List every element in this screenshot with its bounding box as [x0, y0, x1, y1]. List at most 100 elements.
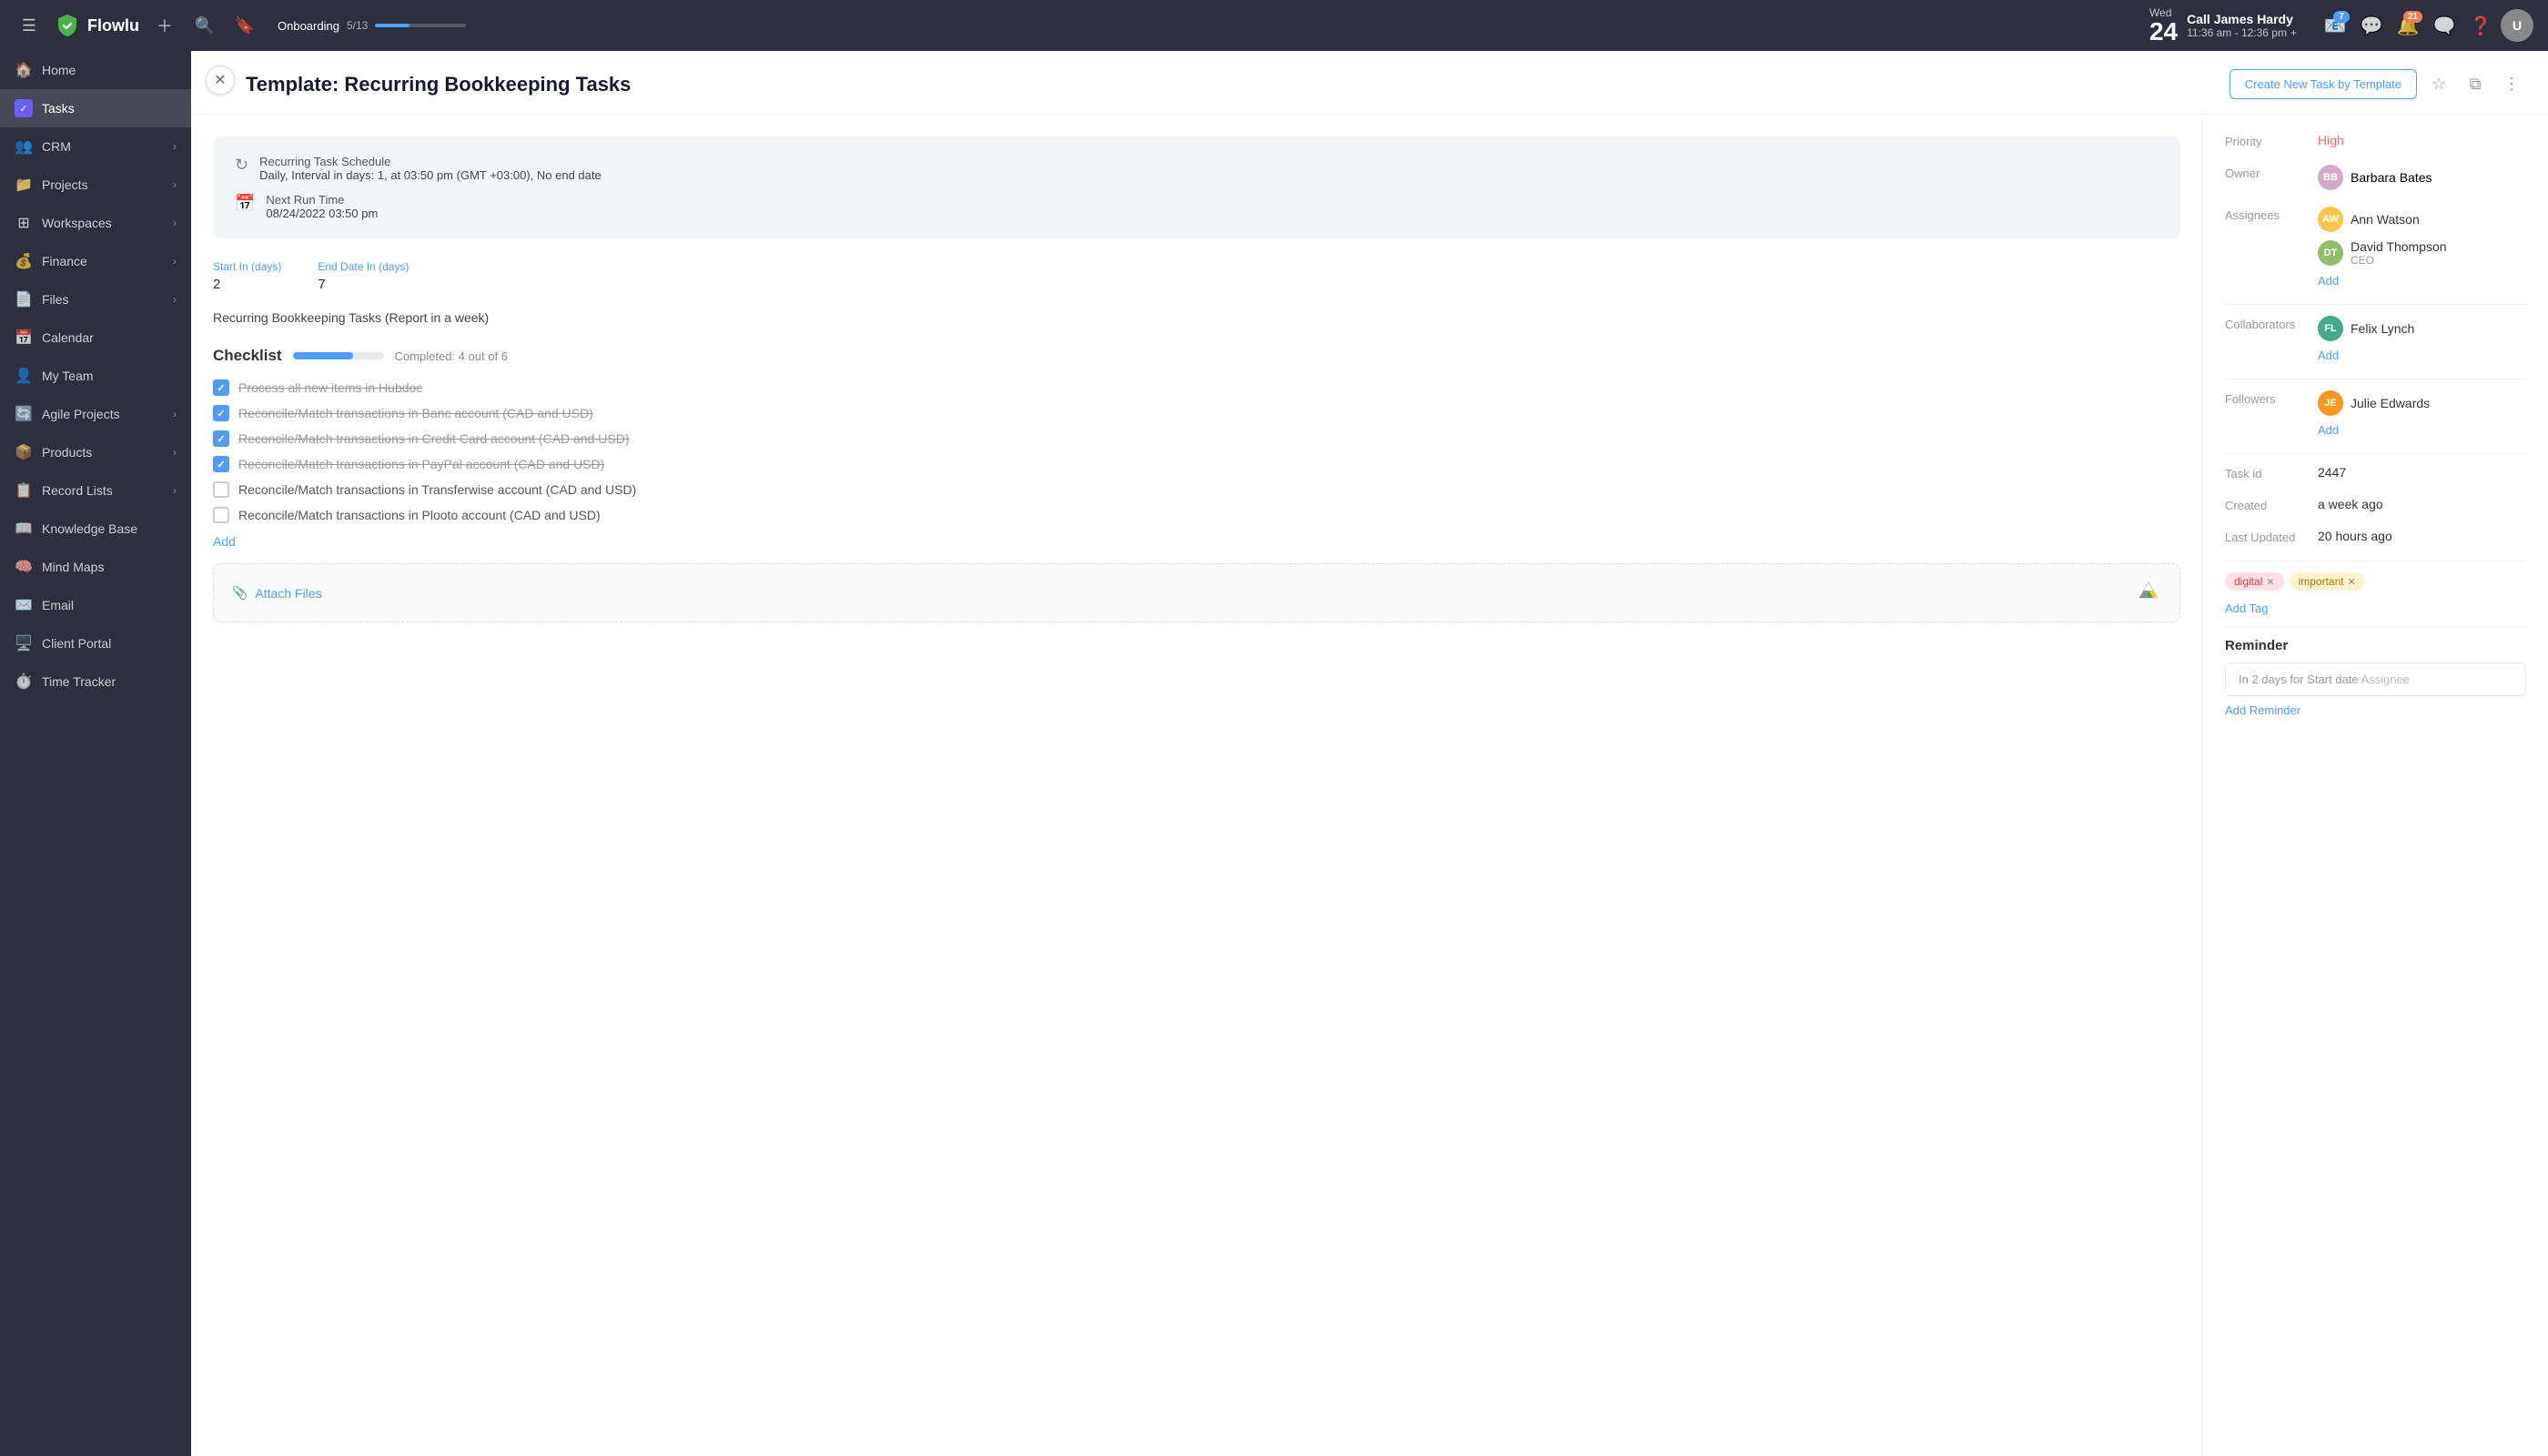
checklist-items: Process all new items in Hubdoc Reconcil…	[213, 379, 2180, 523]
hamburger-icon[interactable]: ☰	[15, 11, 44, 40]
follower-julie: JE Julie Edwards	[2318, 390, 2430, 416]
user-avatar[interactable]: U	[2501, 9, 2533, 42]
template-panel: Template: Recurring Bookkeeping Tasks Cr…	[191, 51, 2548, 1456]
checklist-text-5: Reconcile/Match transactions in Transfer…	[238, 482, 636, 497]
more-options-icon[interactable]: ⋮	[2497, 70, 2526, 99]
tags-list: digital ✕ important ✕	[2225, 572, 2526, 596]
google-drive-icon[interactable]	[2136, 579, 2161, 607]
template-body: ↻ Recurring Task Schedule Daily, Interva…	[191, 115, 2548, 1456]
tags-section: digital ✕ important ✕ Add Tag	[2225, 572, 2526, 615]
schedule-box: ↻ Recurring Task Schedule Daily, Interva…	[213, 136, 2180, 238]
external-link-icon[interactable]: ⧉	[2461, 70, 2490, 99]
agile-icon: 🔄	[15, 405, 33, 423]
assignees-row: Assignees AW Ann Watson DT David Thompso…	[2225, 207, 2526, 288]
checkbox-5[interactable]	[213, 481, 229, 498]
add-icon[interactable]: ＋	[150, 11, 179, 40]
checkbox-4[interactable]	[213, 456, 229, 472]
add-tag-button[interactable]: Add Tag	[2225, 602, 2526, 615]
topnav: ☰ Flowlu ＋ 🔍 🔖 Onboarding 5/13 Wed 24 Ca…	[0, 0, 2548, 51]
owner-value: BB Barbara Bates	[2318, 165, 2432, 190]
ann-avatar: AW	[2318, 207, 2343, 232]
sidebar-item-finance[interactable]: 💰 Finance ›	[0, 242, 191, 280]
assignee-david: DT David Thompson CEO	[2318, 239, 2447, 267]
tag-digital: digital ✕	[2225, 572, 2284, 591]
checkbox-3[interactable]	[213, 430, 229, 447]
checkbox-6[interactable]	[213, 507, 229, 523]
sidebar-item-workspaces[interactable]: ⊞ Workspaces ›	[0, 204, 191, 242]
sidebar-item-timetracker[interactable]: ⏱️ Time Tracker	[0, 662, 191, 701]
priority-value: High	[2318, 133, 2526, 147]
search-icon[interactable]: 🔍	[190, 11, 219, 40]
nav-actions: 📧 7 💬 🔔 21 🗨️ ❓ U	[2319, 9, 2533, 42]
sidebar-item-knowledge[interactable]: 📖 Knowledge Base	[0, 510, 191, 548]
sidebar: 🏠 Home ✓ Tasks 👥 CRM › 📁 Projects › ⊞ Wo…	[0, 51, 191, 1456]
products-icon: 📦	[15, 443, 33, 461]
sidebar-item-files[interactable]: 📄 Files ›	[0, 280, 191, 318]
sidebar-item-home[interactable]: 🏠 Home	[0, 51, 191, 89]
sidebar-item-calendar[interactable]: 📅 Calendar	[0, 318, 191, 357]
bell-button[interactable]: 🔔 21	[2391, 9, 2424, 42]
dates-row: Start In (days) 2 End Date In (days) 7	[213, 260, 2180, 292]
clientportal-icon: 🖥️	[15, 634, 33, 652]
chat-button[interactable]: 💬	[2355, 9, 2388, 42]
david-avatar: DT	[2318, 240, 2343, 266]
sidebar-item-products[interactable]: 📦 Products ›	[0, 433, 191, 471]
sidebar-item-recordlists[interactable]: 📋 Record Lists ›	[0, 471, 191, 510]
attach-files-box: 📎 Attach Files	[213, 563, 2180, 622]
task-id-row: Task id 2447	[2225, 465, 2526, 480]
sidebar-item-projects[interactable]: 📁 Projects ›	[0, 166, 191, 204]
checklist-item: Reconcile/Match transactions in Banc acc…	[213, 405, 2180, 421]
help-button[interactable]: ❓	[2464, 9, 2497, 42]
calendar-widget: Wed 24 Call James Hardy 11:36 am - 12:36…	[2149, 6, 2297, 45]
crm-icon: 👥	[15, 137, 33, 156]
owner-row: Owner BB Barbara Bates	[2225, 165, 2526, 190]
checkbox-2[interactable]	[213, 405, 229, 421]
assignees-add-button[interactable]: Add	[2318, 274, 2447, 288]
workspaces-icon: ⊞	[15, 214, 33, 232]
comment-button[interactable]: 🗨️	[2428, 9, 2461, 42]
checklist-text-4: Reconcile/Match transactions in PayPal a…	[238, 457, 604, 471]
onboarding-widget[interactable]: Onboarding 5/13	[278, 19, 466, 33]
next-run-label: Next Run Time	[266, 193, 378, 207]
checklist-title: Checklist	[213, 347, 282, 365]
followers-add-button[interactable]: Add	[2318, 423, 2430, 437]
checklist-add-button[interactable]: Add	[213, 534, 2180, 549]
sidebar-item-email[interactable]: ✉️ Email	[0, 586, 191, 624]
add-reminder-button[interactable]: Add Reminder	[2225, 703, 2526, 717]
sidebar-item-myteam[interactable]: 👤 My Team	[0, 357, 191, 395]
calendar-event[interactable]: Call James Hardy 11:36 am - 12:36 pm +	[2187, 12, 2297, 39]
mail-button[interactable]: 📧 7	[2319, 9, 2351, 42]
repeat-icon: ↻	[235, 156, 248, 175]
tag-digital-close[interactable]: ✕	[2266, 576, 2274, 588]
template-header: Template: Recurring Bookkeeping Tasks Cr…	[191, 51, 2548, 115]
calendar-schedule-icon: 📅	[235, 194, 255, 213]
app-logo[interactable]: Flowlu	[55, 13, 139, 38]
sidebar-item-mindmaps[interactable]: 🧠 Mind Maps	[0, 548, 191, 586]
reminder-title: Reminder	[2225, 638, 2526, 653]
schedule-value: Daily, Interval in days: 1, at 03:50 pm …	[259, 168, 602, 182]
create-task-button[interactable]: Create New Task by Template	[2230, 69, 2417, 99]
julie-avatar: JE	[2318, 390, 2343, 416]
end-date-field: End Date In (days) 7	[318, 260, 409, 292]
attach-files-button[interactable]: 📎 Attach Files	[232, 585, 322, 601]
sidebar-item-clientportal[interactable]: 🖥️ Client Portal	[0, 624, 191, 662]
sidebar-item-crm[interactable]: 👥 CRM ›	[0, 127, 191, 166]
collaborators-add-button[interactable]: Add	[2318, 349, 2414, 362]
collaborators-list: FL Felix Lynch Add	[2318, 316, 2414, 362]
meta-divider-5	[2225, 626, 2526, 627]
schedule-row-repeat: ↻ Recurring Task Schedule Daily, Interva…	[235, 155, 2159, 182]
bookmark-icon[interactable]: 🔖	[230, 11, 259, 40]
checklist-item: Process all new items in Hubdoc	[213, 379, 2180, 396]
checkbox-1[interactable]	[213, 379, 229, 396]
checklist-text-1: Process all new items in Hubdoc	[238, 380, 422, 395]
tag-important-close[interactable]: ✕	[2348, 576, 2356, 588]
home-icon: 🏠	[15, 61, 33, 79]
priority-row: Priority High	[2225, 133, 2526, 148]
myteam-icon: 👤	[15, 367, 33, 385]
sidebar-item-tasks[interactable]: ✓ Tasks	[0, 89, 191, 127]
star-icon[interactable]: ☆	[2424, 70, 2453, 99]
followers-row: Followers JE Julie Edwards Add	[2225, 390, 2526, 437]
felix-avatar: FL	[2318, 316, 2343, 341]
close-button[interactable]: ✕	[206, 66, 235, 95]
sidebar-item-agile[interactable]: 🔄 Agile Projects ›	[0, 395, 191, 433]
